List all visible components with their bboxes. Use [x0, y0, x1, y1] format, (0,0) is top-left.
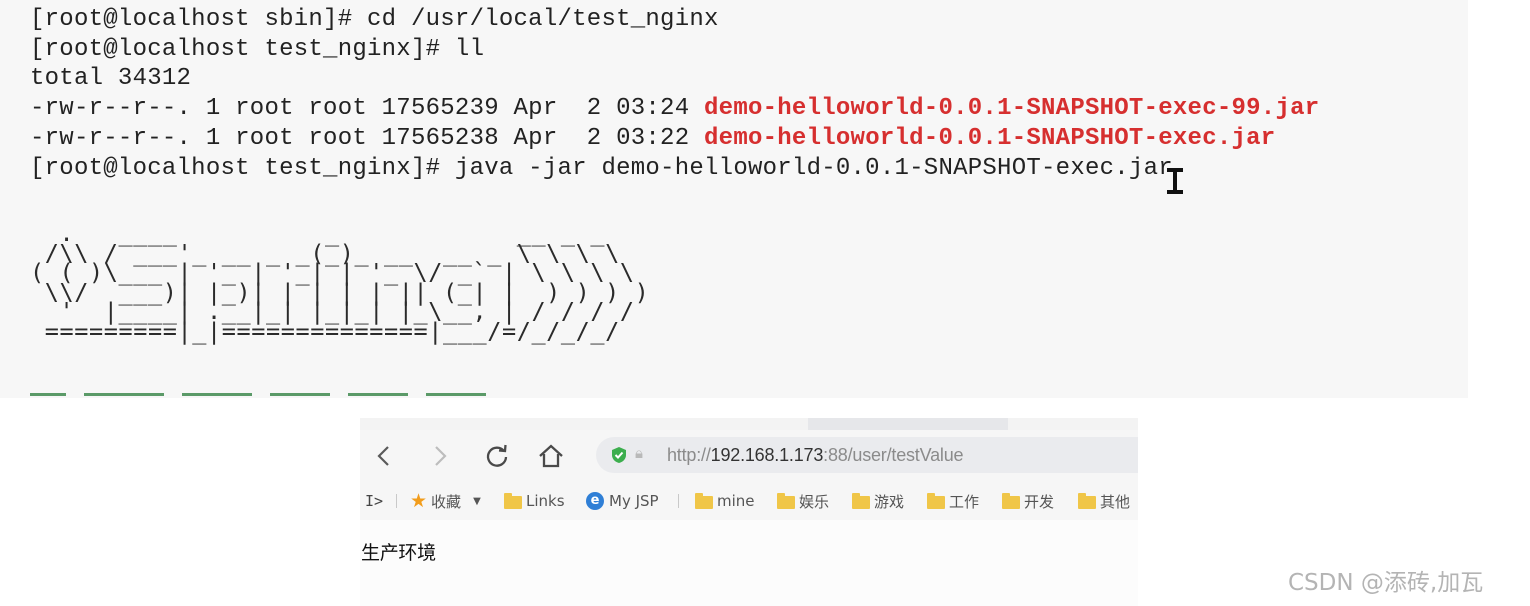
terminal-window[interactable]: [root@localhost sbin]# cd /usr/local/tes… [0, 0, 1468, 398]
folder-icon [1078, 492, 1096, 509]
browser-window: 🔒︎ http://192.168.1.173:88/user/testValu… [360, 418, 1138, 606]
reload-button[interactable] [481, 440, 513, 472]
address-bar[interactable]: 🔒︎ http://192.168.1.173:88/user/testValu… [596, 437, 1138, 473]
bookmarks-bar: I> ★ 收藏 ▼ Links e My JSP mine 娱乐 游戏 工作 开… [360, 480, 1138, 520]
bookmark-label: mine [717, 492, 755, 510]
bookmark-label: 游戏 [874, 492, 905, 511]
file-meta: -rw-r--r--. 1 root root 17565238 Apr 2 0… [30, 125, 705, 152]
sidebar-toggle-button[interactable]: I> [365, 490, 383, 512]
browser-toolbar: 🔒︎ http://192.168.1.173:88/user/testValu… [360, 430, 1138, 480]
bookmark-work[interactable]: 工作 [927, 490, 979, 512]
folder-icon [777, 492, 795, 509]
forward-arrow-icon [435, 446, 447, 466]
text-cursor-icon [1167, 168, 1183, 194]
url-text: http://192.168.1.173:88/user/testValue [667, 445, 964, 466]
bookmark-label: 其他 [1100, 492, 1131, 511]
file-meta: -rw-r--r--. 1 root root 17565239 Apr 2 0… [30, 95, 705, 122]
reload-icon [486, 444, 508, 467]
bookmark-separator [396, 494, 397, 508]
file-listing-row: -rw-r--r--. 1 root root 17565238 Apr 2 0… [30, 124, 1275, 154]
bookmark-links[interactable]: Links [504, 490, 565, 512]
folder-icon [1002, 492, 1020, 509]
page-content: 生产环境 [360, 520, 1138, 606]
chevron-down-icon: ▼ [473, 495, 481, 507]
bookmark-separator [678, 494, 679, 508]
insecure-lock-icon: 🔒︎ [635, 445, 643, 462]
shield-icon [612, 447, 626, 463]
folder-icon [695, 492, 713, 509]
bookmark-my-jsp[interactable]: e My JSP [586, 490, 659, 512]
folder-icon [504, 492, 522, 509]
forward-button[interactable] [424, 440, 456, 472]
file-name: demo-helloworld-0.0.1-SNAPSHOT-exec-99.j… [704, 95, 1320, 122]
home-icon [539, 444, 563, 468]
url-scheme: http:// [667, 445, 711, 465]
terminal-line: [root@localhost test_nginx]# ll [30, 36, 485, 63]
bookmark-mine[interactable]: mine [695, 490, 755, 512]
back-arrow-icon [377, 446, 389, 466]
bookmark-dev[interactable]: 开发 [1002, 490, 1054, 512]
terminal-command-line: [root@localhost test_nginx]# java -jar d… [30, 155, 1173, 182]
ie-logo-icon: e [586, 492, 604, 510]
bookmark-label: Links [526, 492, 565, 510]
page-body-text: 生产环境 [361, 542, 436, 564]
url-host: 192.168.1.173 [710, 445, 824, 465]
bookmark-label: 娱乐 [799, 492, 830, 511]
folder-icon [927, 492, 945, 509]
bookmark-entertainment[interactable]: 娱乐 [777, 490, 829, 512]
bookmark-other[interactable]: 其他 [1078, 490, 1130, 512]
favorites-button[interactable]: ★ 收藏 ▼ [410, 490, 481, 512]
tab-strip [360, 418, 1138, 430]
terminal-line: total 34312 [30, 65, 192, 92]
back-button[interactable] [368, 440, 400, 472]
bookmark-label: My JSP [609, 492, 659, 510]
star-icon: ★ [410, 490, 428, 512]
folder-icon [852, 492, 870, 509]
bookmark-games[interactable]: 游戏 [852, 490, 904, 512]
file-listing-row: -rw-r--r--. 1 root root 17565239 Apr 2 0… [30, 94, 1319, 124]
home-button[interactable] [535, 440, 567, 472]
file-name: demo-helloworld-0.0.1-SNAPSHOT-exec.jar [704, 125, 1276, 152]
browser-tab[interactable] [360, 418, 808, 430]
watermark: CSDN @添砖,加瓦 [1288, 570, 1484, 596]
bookmark-label: 工作 [949, 492, 980, 511]
browser-tab[interactable] [1008, 418, 1138, 430]
banner-cut-line [30, 391, 710, 398]
url-path: :88/user/testValue [823, 445, 964, 465]
bookmark-label: 开发 [1024, 492, 1055, 511]
favorites-label: 收藏 [431, 492, 462, 511]
terminal-line: [root@localhost sbin]# cd /usr/local/tes… [30, 6, 719, 33]
spring-banner: . ____ _ __ _ _ /\\ / ___'_ __ _ _(_)_ _… [30, 219, 650, 345]
